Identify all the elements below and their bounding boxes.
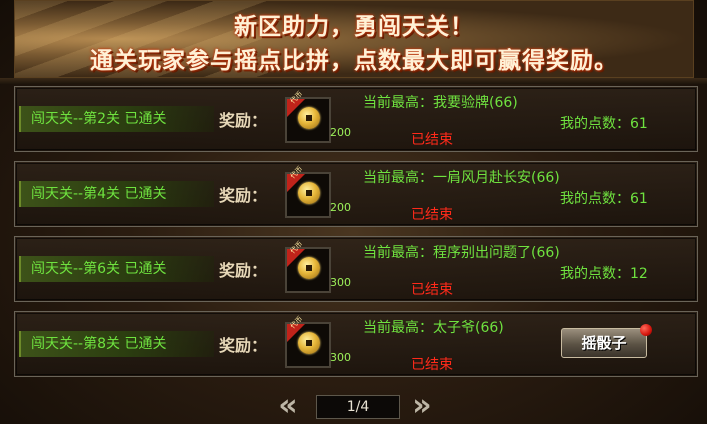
reward-label: 奖励：	[219, 336, 268, 355]
notification-dot-icon	[640, 324, 652, 336]
reward-coin-slot[interactable]: 代币 200	[285, 90, 351, 143]
stage-status: 闯天关--第4关 已通关	[19, 181, 214, 207]
reward-label: 奖励：	[219, 186, 268, 205]
coin-icon	[298, 182, 320, 204]
stage-status: 闯天关--第6关 已通关	[19, 256, 214, 282]
double-chevron-right-icon[interactable]: »	[402, 391, 442, 421]
page-indicator: 1/4	[316, 395, 400, 419]
reward-label: 奖励：	[219, 111, 268, 130]
coin-icon	[298, 107, 320, 129]
reward-coin-slot[interactable]: 代币 300	[285, 240, 351, 293]
coin-icon	[298, 332, 320, 354]
stage-status: 闯天关--第8关 已通关	[19, 331, 214, 357]
current-highest: 当前最高：一肩风月赴长安(66)	[363, 170, 560, 186]
frame-divider	[0, 78, 707, 84]
stage-row: 闯天关--第4关 已通关 奖励： 代币 200 当前最高：一肩风月赴长安(66)…	[14, 161, 698, 227]
my-points: 我的点数：61	[560, 191, 648, 207]
ended-status: 已结束	[411, 357, 453, 373]
reward-coin-slot[interactable]: 代币 300	[285, 315, 351, 368]
ended-status: 已结束	[411, 132, 453, 148]
current-highest: 当前最高：太子爷(66)	[363, 320, 504, 336]
reward-amount: 200	[330, 201, 351, 214]
ended-status: 已结束	[411, 207, 453, 223]
stage-status: 闯天关--第2关 已通关	[19, 106, 214, 132]
event-banner: 新区助力，勇闯天关！ 通关玩家参与摇点比拼，点数最大即可赢得奖励。	[14, 0, 694, 78]
roll-dice-button[interactable]: 摇骰子	[561, 324, 652, 358]
banner-title: 新区助力，勇闯天关！	[234, 14, 474, 40]
current-highest: 当前最高：我要验牌(66)	[363, 95, 518, 111]
my-points: 我的点数：61	[560, 116, 648, 132]
reward-label: 奖励：	[219, 261, 268, 280]
reward-coin-slot[interactable]: 代币 200	[285, 165, 351, 218]
current-highest: 当前最高：程序别出问题了(66)	[363, 245, 560, 261]
double-chevron-left-icon[interactable]: «	[268, 391, 308, 421]
reward-amount: 300	[330, 276, 351, 289]
my-points: 我的点数：12	[560, 266, 648, 282]
coin-icon	[298, 257, 320, 279]
reward-amount: 300	[330, 351, 351, 364]
roll-dice-label: 摇骰子	[581, 334, 627, 352]
stage-row: 闯天关--第8关 已通关 奖励： 代币 300 当前最高：太子爷(66) 已结束…	[14, 311, 698, 377]
reward-amount: 200	[330, 126, 351, 139]
banner-subtitle: 通关玩家参与摇点比拼，点数最大即可赢得奖励。	[90, 48, 618, 74]
stage-row: 闯天关--第2关 已通关 奖励： 代币 200 当前最高：我要验牌(66) 已结…	[14, 86, 698, 152]
stage-row: 闯天关--第6关 已通关 奖励： 代币 300 当前最高：程序别出问题了(66)…	[14, 236, 698, 302]
ended-status: 已结束	[411, 282, 453, 298]
